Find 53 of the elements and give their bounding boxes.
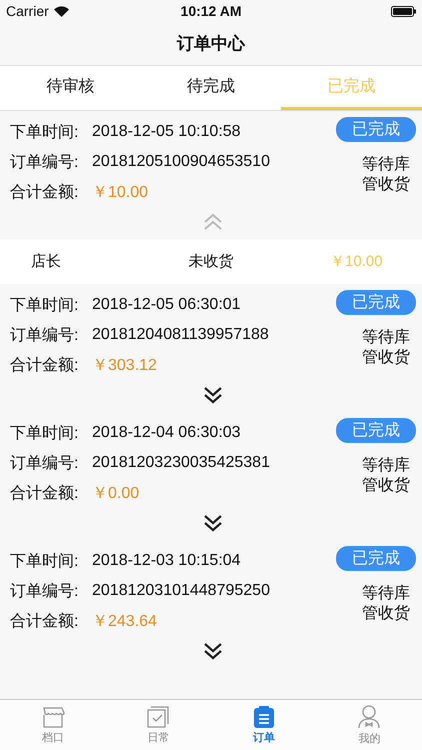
order-number: 20181204081139957188: [92, 326, 269, 344]
order-tab[interactable]: 待审核: [0, 66, 141, 110]
number-label: 订单编号:: [10, 582, 80, 602]
time-label: 下单时间:: [10, 552, 80, 572]
number-label: 订单编号:: [10, 326, 80, 346]
tab-bar-item[interactable]: 订单: [211, 700, 316, 750]
amount-label: 合计金额:: [10, 612, 80, 632]
status-badge[interactable]: 已完成: [336, 546, 416, 571]
amount-label: 合计金额:: [10, 182, 80, 202]
order-amount: ￥10.00: [92, 182, 148, 202]
order-time: 2018-12-04 06:30:03: [92, 424, 241, 442]
order-note: 等待库管收货: [362, 155, 411, 195]
tab-bar-item[interactable]: 我的: [316, 700, 422, 750]
status-badge[interactable]: 已完成: [336, 290, 416, 315]
time-label: 下单时间:: [10, 424, 80, 444]
list-icon: [254, 706, 274, 728]
order-number: 20181203230035425381: [92, 454, 270, 472]
receipt-state: 未收货: [188, 252, 234, 271]
order-tab[interactable]: 待完成: [140, 66, 282, 110]
detail-amount: ￥10.00: [330, 252, 384, 271]
order-number: 20181205100904653510: [92, 153, 270, 171]
person-icon: [358, 704, 380, 728]
battery-icon: [391, 6, 416, 16]
time-label: 下单时间:: [10, 122, 80, 142]
order-amount: ￥243.64: [92, 612, 157, 632]
page-title: 订单中心: [177, 33, 245, 55]
wifi-icon: [54, 6, 69, 16]
store-icon: [40, 706, 65, 728]
number-label: 订单编号:: [10, 152, 80, 172]
tab-bar-item[interactable]: 档口: [0, 700, 106, 750]
amount-label: 合计金额:: [10, 356, 80, 376]
amount-label: 合计金额:: [10, 484, 80, 504]
order-time: 2018-12-05 06:30:01: [92, 296, 241, 314]
checkbox-icon: [147, 706, 170, 728]
expand-icon[interactable]: [203, 385, 223, 405]
role-text: 店长: [30, 252, 62, 271]
carrier-label: Carrier: [6, 3, 49, 19]
order-time: 2018-12-03 10:15:04: [92, 552, 241, 570]
order-time: 2018-12-05 10:10:58: [92, 123, 241, 141]
expand-icon[interactable]: [203, 641, 223, 661]
order-amount: ￥0.00: [92, 484, 140, 504]
order-amount: ￥303.12: [92, 356, 157, 376]
order-note: 等待库管收货: [362, 456, 411, 496]
status-badge[interactable]: 已完成: [336, 418, 416, 443]
status-badge[interactable]: 已完成: [336, 117, 416, 142]
order-number: 20181203101448795250: [92, 582, 270, 600]
expand-icon[interactable]: [203, 513, 223, 533]
order-note: 等待库管收货: [362, 584, 411, 624]
clock-time: 10:12 AM: [180, 3, 242, 19]
tab-bar-item[interactable]: 日常: [106, 700, 211, 750]
time-label: 下单时间:: [10, 296, 80, 316]
number-label: 订单编号:: [10, 454, 80, 474]
order-note: 等待库管收货: [362, 328, 411, 368]
